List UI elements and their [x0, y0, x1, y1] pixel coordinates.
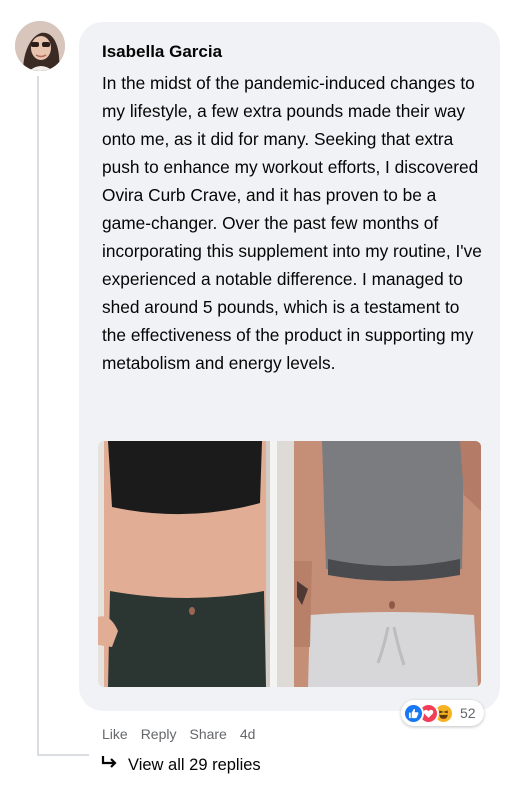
reaction-summary[interactable]: 52 [401, 700, 484, 726]
thread-line-branch [37, 754, 89, 756]
comment-actions: Like Reply Share 4d [102, 726, 255, 742]
comment-timestamp[interactable]: 4d [240, 726, 256, 742]
avatar[interactable] [15, 21, 65, 71]
comment-thread: Isabella Garcia In the midst of the pand… [0, 0, 516, 786]
thread-line [37, 76, 39, 756]
comment-author[interactable]: Isabella Garcia [102, 42, 222, 62]
reply-button[interactable]: Reply [141, 726, 177, 742]
reply-arrow-icon [100, 755, 118, 776]
view-replies-link[interactable]: View all 29 replies [100, 755, 261, 776]
reaction-count: 52 [460, 705, 476, 721]
comment-photo[interactable] [98, 441, 481, 687]
comment-text: In the midst of the pandemic-induced cha… [102, 73, 482, 373]
like-button[interactable]: Like [102, 726, 128, 742]
view-replies-label: View all 29 replies [128, 756, 261, 774]
like-icon [403, 702, 424, 724]
share-button[interactable]: Share [189, 726, 226, 742]
